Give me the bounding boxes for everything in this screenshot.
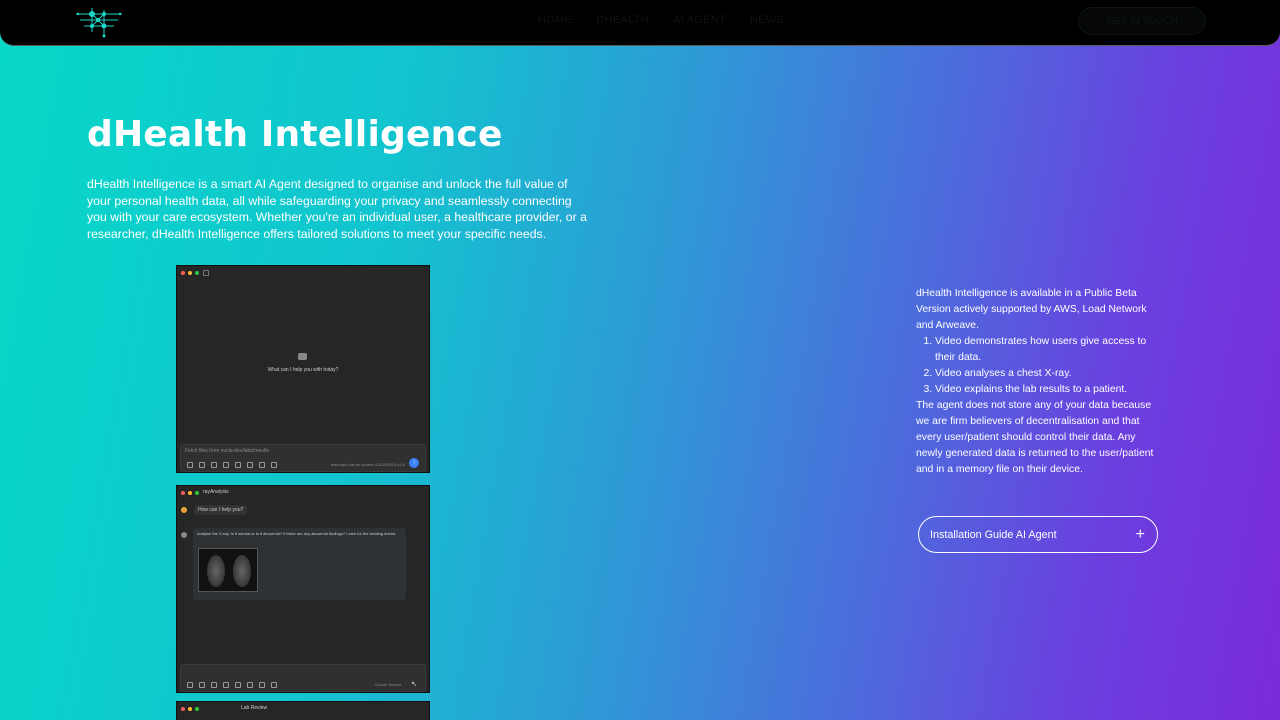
beta-info-panel: dHealth Intelligence is available in a P… [916,286,1160,478]
window-controls [181,271,199,275]
window-controls [181,491,199,495]
chat-toolbar [187,462,277,468]
nav-item-ai-agent[interactable]: AI AGENT [673,14,726,26]
plus-icon: + [1135,525,1145,543]
conversation-title: Lab Review [241,705,268,711]
nav-item-dhealth[interactable]: DHEALTH [596,14,649,26]
chat-toolbar [187,682,277,688]
chat-input-text: Fetch files from nuvia-dev/labs/results [185,448,269,454]
agent-screenshot-lab-review[interactable]: Lab Review [176,701,430,720]
list-item: Video demonstrates how users give access… [935,334,1160,366]
installation-guide-label: Installation Guide AI Agent [930,528,1057,541]
assistant-avatar [181,507,187,513]
user-message-card: Analyse the X-ray. Is it normal or Is it… [193,528,406,600]
installation-guide-button[interactable]: Installation Guide AI Agent + [918,516,1158,553]
get-in-touch-button[interactable]: GET IN TOUCH [1078,7,1206,35]
privacy-text: The agent does not store any of your dat… [916,400,1154,475]
model-selector: Claude Sonnet [374,682,401,687]
xray-image-thumbnail [198,548,258,592]
top-navigation-bar: HOME DHEALTH AI AGENT NEWS GET IN TOUCH [0,0,1280,46]
cursor-icon: ↖ [411,681,417,688]
neural-network-logo-icon[interactable] [74,4,124,40]
nav-item-home[interactable]: HOME [538,14,572,26]
user-message-text: Analyse the X-ray. Is it normal or Is it… [197,531,397,536]
chat-bubble-icon [298,353,307,360]
chat-input-area: Claude Sonnet ↖ [180,664,426,692]
assistant-greeting: How can I help you? [194,505,248,515]
conversation-title: rayAnalysis [203,489,229,495]
chat-welcome-prompt: What can I help you with today? [267,367,339,373]
video-list: Video demonstrates how users give access… [916,334,1160,398]
send-icon: ↑ [409,458,419,468]
page-title: dHealth Intelligence [87,114,503,155]
intro-paragraph: dHealth Intelligence is a smart AI Agent… [87,177,587,241]
agent-screenshot-xray[interactable]: rayAnalysis How can I help you? Analyse … [176,485,430,693]
list-item: Video explains the lab results to a pati… [935,382,1160,398]
agent-screenshot-chat[interactable]: What can I help you with today? Fetch fi… [176,265,430,473]
chat-input-area: Fetch files from nuvia-dev/labs/results … [180,444,426,472]
beta-intro-text: dHealth Intelligence is available in a P… [916,288,1147,331]
sidebar-toggle-icon [203,270,209,276]
list-item: Video analyses a chest X-ray. [935,366,1160,382]
window-controls [181,707,199,711]
model-selector: anthropic.claude-sonnet-4-20250514-v1:0 [330,462,405,467]
user-avatar [181,532,187,538]
main-nav: HOME DHEALTH AI AGENT NEWS [538,14,784,26]
nav-item-news[interactable]: NEWS [750,14,784,26]
